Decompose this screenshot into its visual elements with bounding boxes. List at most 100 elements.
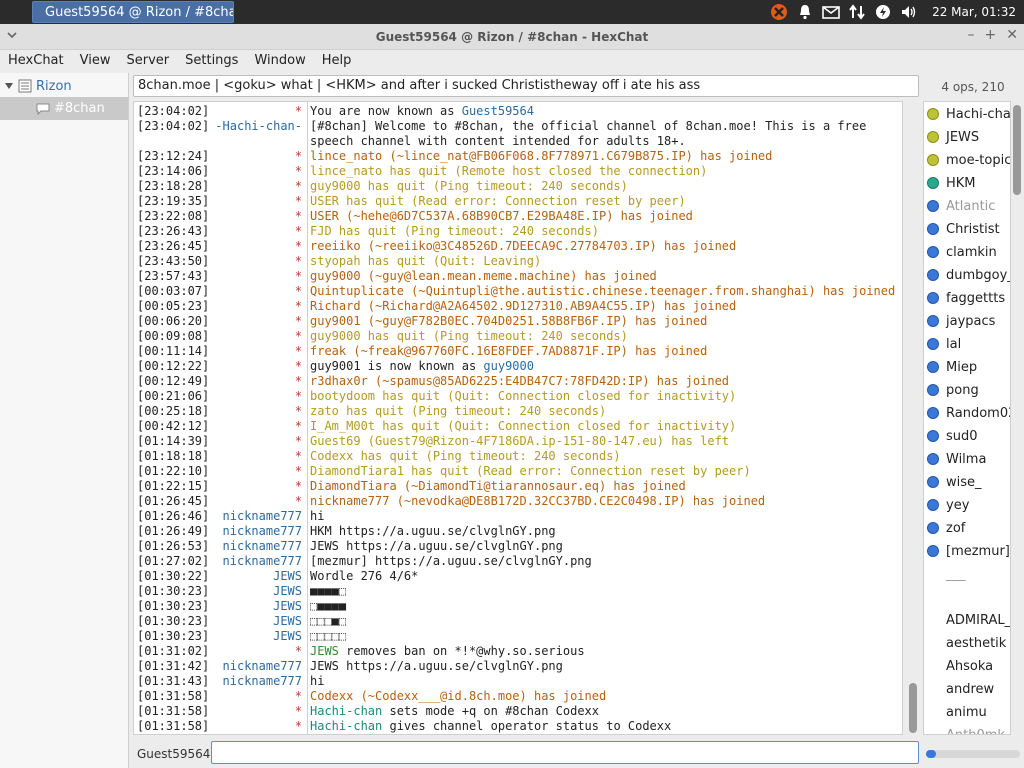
user-list-item[interactable]: Wilma [924, 448, 1010, 470]
user-list-item[interactable] [924, 586, 1010, 608]
chat-nick[interactable]: nickname777 [223, 524, 302, 539]
menu-view[interactable]: View [72, 50, 119, 72]
topic-bar[interactable]: 8chan.moe | <goku> what | <HKM> and afte… [133, 75, 919, 97]
user-list-item[interactable]: wise_ [924, 471, 1010, 493]
close-icon[interactable]: ✕ [1006, 27, 1018, 43]
chat-nick[interactable]: JEWS [273, 629, 302, 644]
expander-down-icon[interactable] [4, 81, 14, 91]
chat-nick[interactable]: * [295, 644, 302, 659]
user-list-item[interactable]: Miep [924, 356, 1010, 378]
user-list-item[interactable]: Christist [924, 218, 1010, 240]
chat-nick[interactable]: * [295, 344, 302, 359]
chat-nick[interactable]: * [295, 284, 302, 299]
bell-icon[interactable] [796, 3, 814, 21]
chat-nick[interactable]: * [295, 164, 302, 179]
nick-button[interactable]: Guest59564 [133, 744, 211, 764]
chat-nick[interactable]: * [295, 179, 302, 194]
chat-nick[interactable]: JEWS [273, 569, 302, 584]
window-titlebar[interactable]: Guest59564 @ Rizon / #8chan - HexChat – … [0, 24, 1024, 50]
tree-item-channel[interactable]: #8chan [0, 97, 128, 120]
tree-item-server[interactable]: Rizon [4, 75, 126, 97]
user-list-item[interactable]: jaypacs [924, 310, 1010, 332]
chat-nick[interactable]: * [295, 419, 302, 434]
user-list-item[interactable]: ADMIRAL_H [924, 609, 1010, 631]
user-list-scrollbar-thumb[interactable] [1013, 105, 1021, 195]
chat-nick[interactable]: * [295, 104, 302, 119]
chat-nick[interactable]: * [295, 704, 302, 719]
chat-nick[interactable]: -Hachi-chan- [215, 119, 302, 134]
maximize-icon[interactable]: + [985, 27, 997, 43]
hexchat-tray-icon[interactable] [770, 3, 788, 21]
menu-hexchat[interactable]: HexChat [0, 50, 72, 72]
network-icon[interactable] [848, 3, 866, 21]
chat-message: guy9001 (~guy@F782B0EC.704D0251.58B8FB6F… [310, 314, 708, 328]
user-list-item[interactable]: animu [924, 701, 1010, 723]
chat-nick[interactable]: * [295, 239, 302, 254]
chat-nick[interactable]: * [295, 689, 302, 704]
user-list-item[interactable]: lal [924, 333, 1010, 355]
chat-nick[interactable]: * [295, 404, 302, 419]
user-list-item[interactable]: JEWS [924, 126, 1010, 148]
chat-nick[interactable]: * [295, 194, 302, 209]
chat-nick[interactable]: nickname777 [223, 554, 302, 569]
chat-nick[interactable]: * [295, 329, 302, 344]
clock[interactable]: 22 Mar, 01:32 [932, 5, 1016, 19]
menu-help[interactable]: Help [314, 50, 360, 72]
user-list-item[interactable]: pong [924, 379, 1010, 401]
user-list-item[interactable]: Hachi-chan [924, 103, 1010, 125]
user-list-item[interactable]: Random024 [924, 402, 1010, 424]
chat-nick[interactable]: nickname777 [223, 509, 302, 524]
user-list-item[interactable]: aesthetik [924, 632, 1010, 654]
chat-log[interactable]: [23:04:02] * You are now known as Guest595… [133, 101, 903, 735]
chat-scrollbar-thumb[interactable] [909, 683, 917, 733]
chat-nick[interactable]: * [295, 374, 302, 389]
chat-nick[interactable]: JEWS [273, 599, 302, 614]
chat-nick[interactable]: nickname777 [223, 659, 302, 674]
user-list-item[interactable]: Ahsoka [924, 655, 1010, 677]
power-icon[interactable] [874, 3, 892, 21]
chat-scrollbar[interactable] [907, 101, 919, 735]
chat-nick[interactable]: JEWS [273, 614, 302, 629]
chat-nick[interactable]: * [295, 209, 302, 224]
user-list[interactable]: Hachi-chan JEWS moe-topic HKM Atlantic Christ… [923, 101, 1011, 735]
chat-nick[interactable]: * [295, 299, 302, 314]
chat-nick[interactable]: * [295, 464, 302, 479]
volume-icon[interactable] [900, 3, 918, 21]
chat-nick[interactable]: * [295, 449, 302, 464]
message-input[interactable] [211, 741, 919, 764]
chat-nick[interactable]: nickname777 [223, 539, 302, 554]
chat-nick[interactable]: * [295, 149, 302, 164]
user-list-item[interactable]: [mezmur] [924, 540, 1010, 562]
user-list-item[interactable]: Anth0mk [924, 724, 1010, 735]
user-list-item[interactable]: dumbgoy_ [924, 264, 1010, 286]
user-list-item[interactable]: sud0 [924, 425, 1010, 447]
menu-settings[interactable]: Settings [177, 50, 246, 72]
user-list-item[interactable]: andrew [924, 678, 1010, 700]
chat-nick[interactable]: * [295, 269, 302, 284]
chat-nick[interactable]: * [295, 359, 302, 374]
menu-window[interactable]: Window [246, 50, 313, 72]
menu-server[interactable]: Server [118, 50, 177, 72]
chat-nick[interactable]: * [295, 224, 302, 239]
chat-nick[interactable]: nickname777 [223, 674, 302, 689]
chat-nick[interactable]: JEWS [273, 584, 302, 599]
user-list-item[interactable]: ___ [924, 563, 1010, 585]
chat-nick[interactable]: * [295, 314, 302, 329]
user-list-item[interactable]: clamkin [924, 241, 1010, 263]
chat-nick[interactable]: * [295, 389, 302, 404]
chat-nick[interactable]: * [295, 254, 302, 269]
user-list-item[interactable]: zof [924, 517, 1010, 539]
mail-icon[interactable] [822, 3, 840, 21]
user-list-item[interactable]: yey [924, 494, 1010, 516]
user-list-item[interactable]: moe-topic [924, 149, 1010, 171]
user-list-item[interactable]: Atlantic [924, 195, 1010, 217]
chat-nick[interactable]: * [295, 479, 302, 494]
minimize-icon[interactable]: – [968, 27, 975, 43]
chat-nick[interactable]: * [295, 719, 302, 734]
chat-nick[interactable]: * [295, 494, 302, 509]
chat-nick[interactable]: * [295, 434, 302, 449]
taskbar-hexchat-entry[interactable]: Guest59564 @ Rizon / #8cha... [32, 1, 234, 23]
user-list-item[interactable]: HKM [924, 172, 1010, 194]
user-list-item[interactable]: faggettts [924, 287, 1010, 309]
user-list-scrollbar[interactable] [1012, 101, 1022, 735]
